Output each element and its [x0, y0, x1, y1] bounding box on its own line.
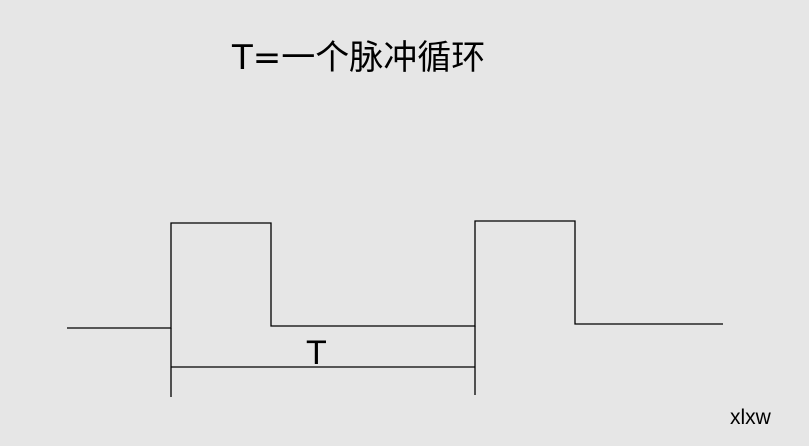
pulse-waveform-line	[67, 220, 723, 329]
pulse-waveform-diagram	[67, 220, 723, 397]
diagram-canvas: T=一个脉冲循环 T xlxw	[0, 0, 809, 446]
watermark-text: xlxw	[730, 406, 771, 429]
period-label: T	[306, 334, 327, 372]
